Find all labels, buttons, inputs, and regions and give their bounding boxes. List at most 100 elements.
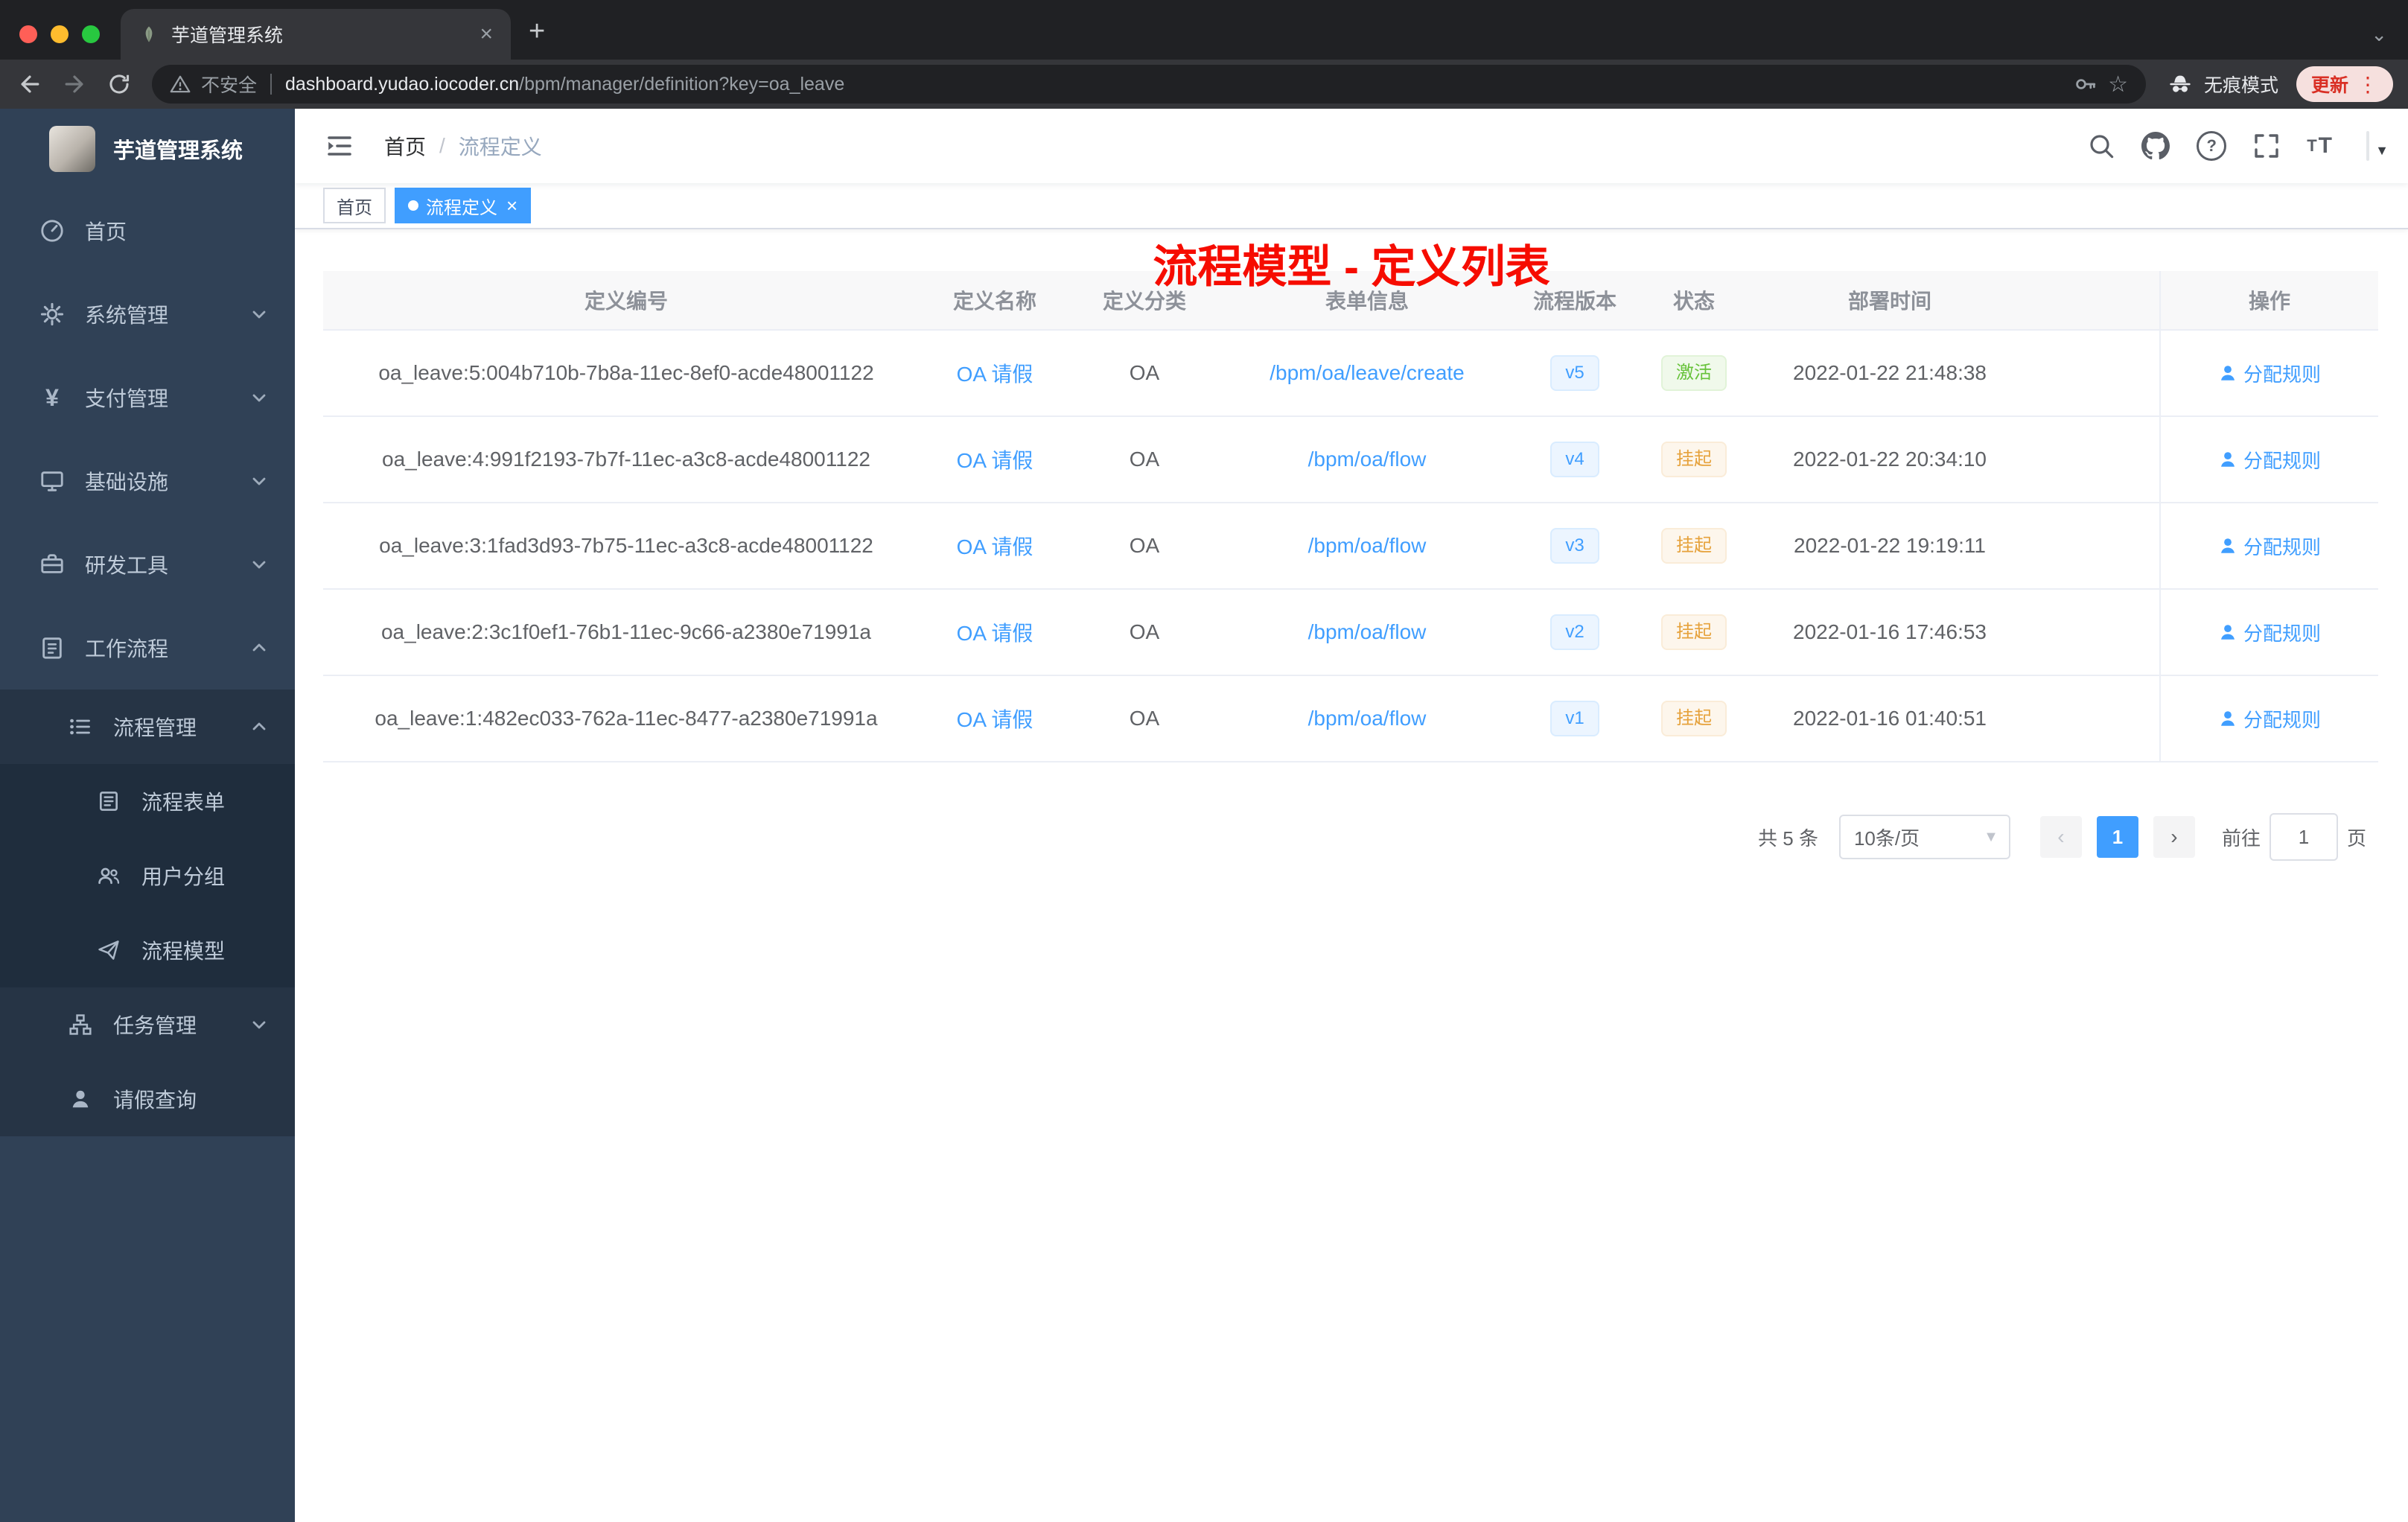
- sidebar-item-label: 流程管理: [113, 716, 197, 739]
- tab-search-chevron-icon[interactable]: ⌄: [2371, 23, 2387, 46]
- close-window-button[interactable]: [19, 25, 37, 43]
- update-button[interactable]: 更新 ⋮: [2296, 66, 2393, 102]
- browser-tab-strip: 芋道管理系统 × + ⌄: [0, 0, 2408, 60]
- org-icon: [67, 1013, 94, 1037]
- back-button[interactable]: [9, 63, 51, 105]
- sidebar-item-task-manage[interactable]: 任务管理: [0, 987, 295, 1062]
- chevron-up-icon: [250, 639, 268, 657]
- assign-rule-link[interactable]: 分配规则: [2218, 705, 2321, 733]
- menu-dots-icon[interactable]: ⋮: [2357, 72, 2378, 97]
- page-size-value: 10条/页: [1853, 827, 1920, 850]
- sidebar-item-dev-tools[interactable]: 研发工具: [0, 523, 295, 606]
- reload-button[interactable]: [98, 63, 140, 105]
- sidebar-item-workflow[interactable]: 工作流程: [0, 606, 295, 690]
- bookmark-star-icon[interactable]: ☆: [2108, 71, 2128, 98]
- table-row: oa_leave:5:004b710b-7b8a-11ec-8ef0-acde4…: [323, 331, 2378, 417]
- form-link[interactable]: /bpm/oa/flow: [1308, 534, 1427, 557]
- definition-category: OA: [1129, 620, 1160, 643]
- sidebar-item-system-manage[interactable]: 系统管理: [0, 273, 295, 356]
- goto-page-input[interactable]: [2269, 813, 2338, 861]
- assign-rule-label: 分配规则: [2243, 535, 2321, 558]
- status-badge: 激活: [1661, 355, 1727, 391]
- breadcrumb-separator: /: [439, 134, 445, 157]
- assign-rule-link[interactable]: 分配规则: [2218, 532, 2321, 560]
- help-icon[interactable]: ?: [2197, 131, 2227, 161]
- form-link[interactable]: /bpm/oa/flow: [1308, 620, 1427, 643]
- assign-rule-link[interactable]: 分配规则: [2218, 446, 2321, 474]
- column-header: 操作: [2159, 271, 2378, 329]
- tag-label: 流程定义: [426, 197, 497, 218]
- sidebar-menu: 首页系统管理 ¥ 支付管理基础设施研发工具工作流程流程管理流程表单用户分组流程模型任…: [0, 189, 295, 1522]
- sidebar-item-label: 基础设施: [85, 471, 169, 494]
- close-icon[interactable]: ×: [505, 196, 517, 215]
- address-bar[interactable]: 不安全 dashboard.yudao.iocoder.cn/bpm/manag…: [152, 65, 2146, 104]
- pagination: 共 5 条 10条/页 ▼ ‹ 1 › 前往 页: [323, 813, 2378, 861]
- next-page-button[interactable]: ›: [2153, 816, 2195, 858]
- sidebar-item-user-group[interactable]: 用户分组: [0, 838, 295, 913]
- new-tab-button[interactable]: +: [511, 16, 566, 60]
- form-link[interactable]: /bpm/oa/flow: [1308, 707, 1427, 730]
- status-badge: 挂起: [1661, 528, 1727, 564]
- minimize-window-button[interactable]: [51, 25, 69, 43]
- person-icon: [2218, 623, 2237, 642]
- sidebar-item-infrastructure[interactable]: 基础设施: [0, 439, 295, 523]
- definition-name-link[interactable]: OA 请假: [957, 708, 1033, 731]
- chevron-down-icon: [250, 305, 268, 323]
- definition-category: OA: [1129, 448, 1160, 471]
- column-header: 部署时间: [1847, 290, 1931, 313]
- zoom-window-button[interactable]: [82, 25, 100, 43]
- column-header: 表单信息: [1325, 290, 1409, 313]
- sidebar-item-process-model[interactable]: 流程模型: [0, 913, 295, 987]
- breadcrumb-home[interactable]: 首页: [384, 131, 426, 161]
- user-menu[interactable]: ▼: [2366, 130, 2389, 161]
- definition-name-link[interactable]: OA 请假: [957, 363, 1033, 386]
- forward-button[interactable]: [54, 63, 95, 105]
- definition-name-link[interactable]: OA 请假: [957, 622, 1033, 645]
- dashboard-icon: [39, 218, 66, 243]
- github-icon[interactable]: [2141, 132, 2170, 160]
- sidebar-item-label: 流程模型: [141, 940, 226, 963]
- form-link[interactable]: /bpm/oa/leave/create: [1270, 361, 1465, 384]
- security-label[interactable]: 不安全: [201, 71, 257, 98]
- prev-page-button[interactable]: ‹: [2039, 816, 2082, 858]
- sidebar-item-label: 研发工具: [85, 554, 169, 577]
- assign-rule-link[interactable]: 分配规则: [2218, 360, 2321, 387]
- page-size-select[interactable]: 10条/页 ▼: [1838, 815, 2010, 859]
- deploy-time: 2022-01-22 19:19:11: [1794, 534, 1986, 557]
- definition-name-link[interactable]: OA 请假: [957, 535, 1033, 558]
- sidebar-item-process-form[interactable]: 流程表单: [0, 764, 295, 838]
- sidebar-item-leave-query[interactable]: 请假查询: [0, 1062, 295, 1136]
- definition-name-link[interactable]: OA 请假: [957, 449, 1033, 472]
- tab-close-icon[interactable]: ×: [474, 23, 499, 45]
- clipboard-icon: [39, 635, 66, 660]
- view-tag-0[interactable]: 首页: [323, 188, 386, 223]
- hamburger-icon[interactable]: [316, 131, 363, 161]
- logo-title: 芋道管理系统: [113, 139, 243, 163]
- key-icon[interactable]: [2074, 72, 2098, 96]
- sidebar-item-label: 流程表单: [141, 791, 226, 814]
- fullscreen-icon[interactable]: [2253, 133, 2280, 159]
- user-avatar[interactable]: [2366, 130, 2369, 161]
- sidebar-item-payment-manage[interactable]: ¥ 支付管理: [0, 356, 295, 439]
- sidebar-logo[interactable]: 芋道管理系统: [0, 109, 295, 189]
- browser-tab[interactable]: 芋道管理系统 ×: [121, 9, 511, 60]
- sidebar-item-label: 系统管理: [85, 304, 169, 327]
- search-icon[interactable]: [2088, 133, 2115, 159]
- url-path: /bpm/manager/definition?key=oa_leave: [519, 73, 845, 95]
- definition-category: OA: [1129, 361, 1160, 384]
- version-badge: v3: [1550, 528, 1599, 564]
- sidebar-item-home[interactable]: 首页: [0, 189, 295, 273]
- definition-id: oa_leave:3:1fad3d93-7b75-11ec-a3c8-acde4…: [379, 534, 873, 557]
- monitor-icon: [39, 468, 66, 494]
- view-tag-1[interactable]: 流程定义 ×: [395, 188, 532, 223]
- table-row: oa_leave:3:1fad3d93-7b75-11ec-a3c8-acde4…: [323, 503, 2378, 590]
- font-size-icon[interactable]: TT: [2307, 133, 2334, 159]
- logo-avatar: [49, 126, 95, 172]
- yen-icon: ¥: [45, 383, 59, 411]
- chevron-down-icon: [250, 472, 268, 490]
- page-number-button[interactable]: 1: [2096, 816, 2138, 858]
- sidebar-item-process-manage[interactable]: 流程管理: [0, 690, 295, 764]
- assign-rule-link[interactable]: 分配规则: [2218, 619, 2321, 646]
- assign-rule-label: 分配规则: [2243, 708, 2321, 731]
- form-link[interactable]: /bpm/oa/flow: [1308, 448, 1427, 471]
